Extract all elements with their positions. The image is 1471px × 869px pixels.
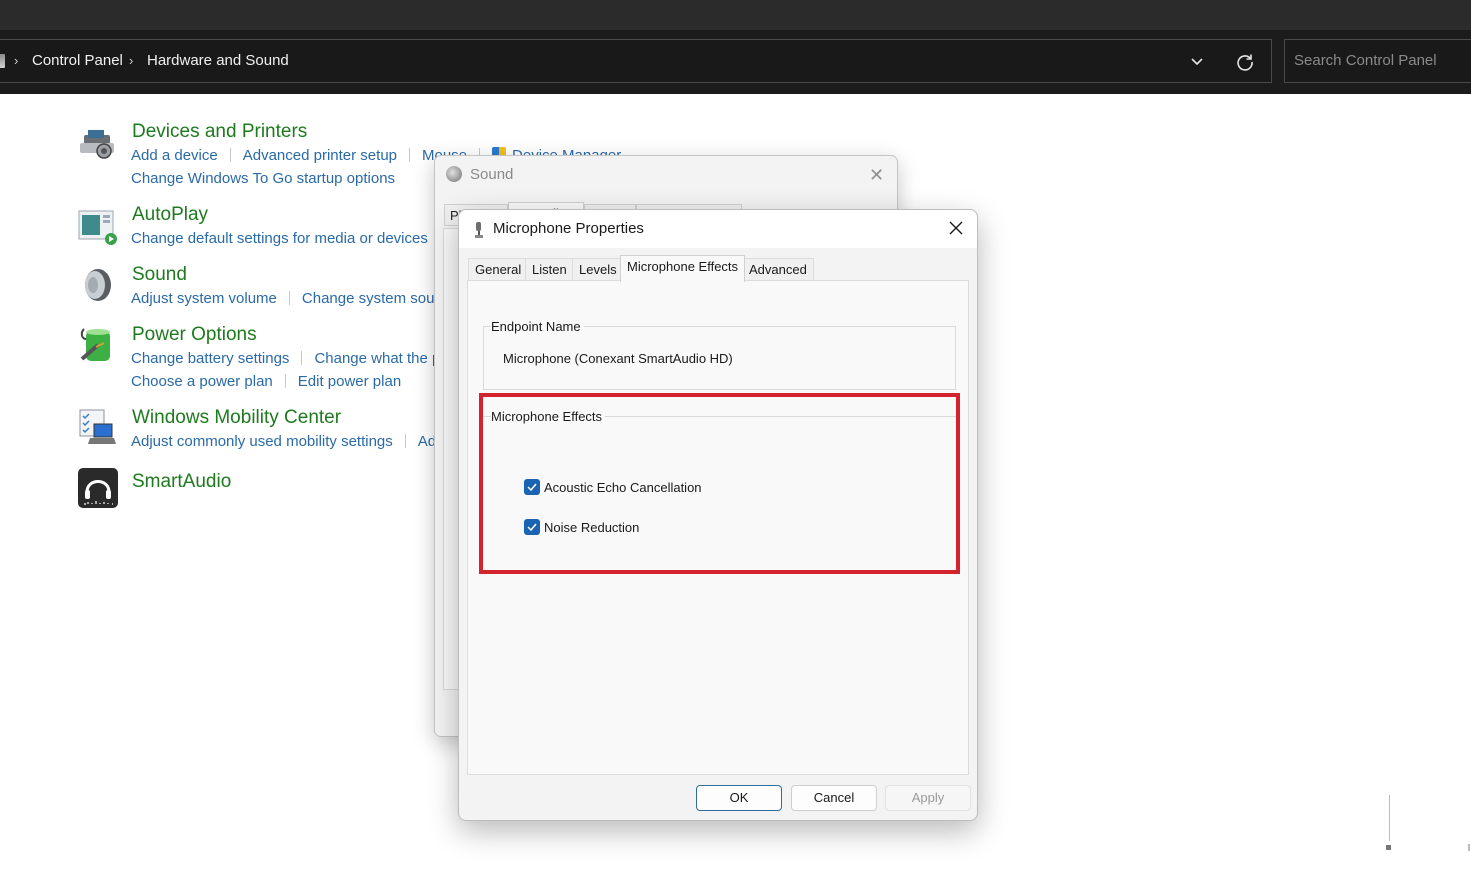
apply-button[interactable]: Apply	[885, 785, 971, 811]
close-icon[interactable]: ✕	[869, 165, 884, 186]
dialog-titlebar: Microphone Properties	[459, 210, 977, 248]
dialog-title: Microphone Properties	[493, 220, 644, 237]
close-icon[interactable]	[947, 219, 965, 237]
sound-dialog-title: Sound	[470, 166, 514, 183]
tab-levels[interactable]: Levels	[572, 258, 624, 281]
link-edit-power-plan[interactable]: Edit power plan	[298, 373, 401, 390]
cancel-button[interactable]: Cancel	[791, 785, 877, 811]
category-title[interactable]: AutoPlay	[132, 204, 208, 226]
window-titlebar	[0, 0, 1471, 30]
address-bar[interactable]: › Control Panel › Hardware and Sound	[0, 39, 1272, 83]
divider	[284, 374, 286, 388]
divider	[409, 148, 410, 162]
link-change-windows-to-go[interactable]: Change Windows To Go startup options	[131, 170, 395, 187]
highlight-annotation-box	[479, 393, 960, 574]
link-change-battery-settings[interactable]: Change battery settings	[131, 350, 289, 367]
headphones-icon	[78, 468, 118, 508]
link-change-default-settings[interactable]: Change default settings for media or dev…	[131, 230, 428, 247]
divider	[229, 148, 231, 162]
link-adjust-mobility-settings[interactable]: Adjust commonly used mobility settings	[131, 433, 393, 450]
category-title[interactable]: Windows Mobility Center	[132, 407, 341, 429]
tab-listen[interactable]: Listen	[525, 258, 574, 281]
category-title[interactable]: Sound	[132, 264, 187, 286]
printer-icon	[80, 130, 114, 159]
category-links: Change default settings for media or dev…	[131, 230, 428, 247]
refresh-icon[interactable]	[1235, 52, 1255, 72]
resize-grip-icon	[1386, 845, 1391, 850]
ok-button[interactable]: OK	[696, 785, 782, 811]
mobility-center-icon	[79, 409, 116, 444]
category-links: Change Windows To Go startup options	[131, 170, 395, 187]
category-links: Choose a power plan Edit power plan	[131, 373, 401, 390]
tab-microphone-effects[interactable]: Microphone Effects	[620, 255, 746, 282]
address-bar-area: › Control Panel › Hardware and Sound Sea…	[0, 30, 1471, 94]
microphone-properties-dialog: Microphone Properties General Listen Lev…	[458, 209, 978, 821]
category-title[interactable]: Devices and Printers	[132, 121, 307, 143]
breadcrumb-control-panel[interactable]: Control Panel	[32, 40, 123, 82]
link-choose-power-plan[interactable]: Choose a power plan	[131, 373, 273, 390]
tab-advanced[interactable]: Advanced	[742, 258, 814, 281]
endpoint-name-label: Endpoint Name	[491, 319, 584, 334]
search-input[interactable]: Search Control Panel	[1284, 39, 1471, 83]
category-title[interactable]: SmartAudio	[132, 471, 231, 493]
category-title[interactable]: Power Options	[132, 324, 257, 346]
link-advanced-printer-setup[interactable]: Advanced printer setup	[243, 147, 397, 164]
divider	[301, 351, 303, 365]
divider	[404, 434, 406, 448]
autoplay-icon	[78, 210, 117, 245]
link-add-a-device[interactable]: Add a device	[131, 147, 218, 164]
speaker-icon	[85, 269, 111, 301]
speaker-icon	[446, 166, 462, 182]
endpoint-name-value: Microphone (Conexant SmartAudio HD)	[503, 351, 733, 366]
microphone-icon	[475, 222, 483, 238]
text-caret	[1389, 795, 1390, 841]
breadcrumb-hardware-and-sound[interactable]: Hardware and Sound	[147, 40, 289, 82]
breadcrumb-separator-icon: ›	[14, 53, 19, 68]
chevron-down-icon[interactable]	[1188, 52, 1206, 70]
divider	[288, 291, 290, 305]
link-adjust-system-volume[interactable]: Adjust system volume	[131, 290, 277, 307]
breadcrumb-separator-icon: ›	[129, 53, 134, 68]
tab-general[interactable]: General	[468, 258, 529, 281]
control-panel-icon	[0, 54, 5, 68]
category-links: Adjust system volume Change system sounds	[131, 290, 459, 307]
tab-bar: General Listen Levels Microphone Effects…	[468, 255, 968, 282]
edge-mark	[1468, 844, 1470, 851]
battery-icon	[80, 328, 110, 361]
